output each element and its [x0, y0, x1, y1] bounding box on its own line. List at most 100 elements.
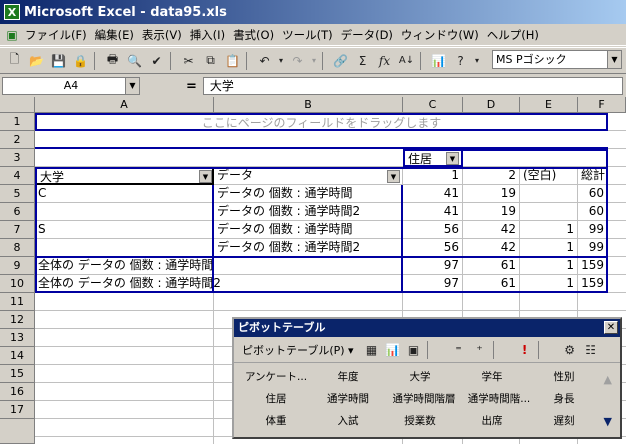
row-header[interactable]: 10 [0, 275, 35, 293]
format-report-icon[interactable]: ▦ [362, 339, 382, 360]
sort-ascending-icon[interactable]: A↓ [396, 50, 417, 71]
pivot-field-button[interactable]: 住居 [242, 389, 310, 409]
autosum-icon[interactable]: Σ [352, 50, 373, 71]
row-item-empty[interactable] [35, 239, 214, 257]
pivot-field-button[interactable]: 体重 [242, 411, 310, 431]
pivot-wizard-icon[interactable]: ▣ [404, 339, 424, 360]
row-header[interactable]: 13 [0, 329, 35, 347]
data-cell[interactable]: 1 [520, 257, 578, 275]
data-cell[interactable]: 56 [403, 239, 463, 257]
row-field-button-university[interactable]: 大学 [35, 167, 214, 185]
pivot-field-button[interactable]: 遅刻 [530, 411, 598, 431]
font-name-combo[interactable]: MS Pゴシック ▼ [492, 50, 622, 69]
row-header[interactable]: 1 [0, 113, 35, 131]
name-box[interactable]: A4 ▼ [2, 77, 140, 95]
column-header-d[interactable]: D [463, 97, 520, 113]
permission-icon[interactable]: 🔒 [70, 50, 91, 71]
column-header-b[interactable]: B [214, 97, 403, 113]
data-cell[interactable]: 61 [463, 257, 520, 275]
row-header[interactable]: 11 [0, 293, 35, 311]
pivot-field-button[interactable]: 学年 [458, 367, 526, 387]
menu-view[interactable]: 表示(V) [138, 27, 186, 43]
redo-dropdown-icon[interactable]: ▾ [309, 50, 319, 71]
new-icon[interactable]: 🗋 [4, 50, 25, 71]
chevron-down-icon[interactable]: ▼ [199, 170, 212, 183]
grand-total-label[interactable]: 全体の データの 個数 : 通学時間2 [35, 275, 403, 293]
data-cell[interactable]: 99 [578, 239, 608, 257]
row-item-empty[interactable] [35, 203, 214, 221]
pivot-field-button[interactable]: 通学時間階... [464, 389, 534, 409]
data-cell[interactable]: 99 [578, 221, 608, 239]
data-cell[interactable]: 159 [578, 275, 608, 293]
row-header[interactable]: 8 [0, 239, 35, 257]
data-cell[interactable]: 97 [403, 275, 463, 293]
row-item-c[interactable]: C [35, 185, 214, 203]
pivot-field-button[interactable]: 通学時間階層 [386, 389, 462, 409]
menu-edit[interactable]: 編集(E) [91, 27, 138, 43]
print-icon[interactable]: 🖶 [102, 50, 123, 71]
refresh-data-icon[interactable]: ! [515, 339, 535, 360]
select-all-corner[interactable] [0, 97, 35, 113]
pivot-table-menu[interactable]: ピボットテーブル(P) ▾ [242, 342, 354, 358]
data-field-button[interactable]: データ [214, 167, 403, 185]
toolbar-options-icon[interactable]: ▾ [472, 50, 482, 71]
row-header[interactable]: 17 [0, 401, 35, 419]
menu-file[interactable]: ファイル(F) [21, 27, 91, 43]
row-header[interactable]: 7 [0, 221, 35, 239]
hyperlink-icon[interactable]: 🔗 [330, 50, 351, 71]
redo-icon[interactable]: ↷ [287, 50, 308, 71]
row-header[interactable]: 5 [0, 185, 35, 203]
pivot-field-button[interactable]: 身長 [530, 389, 598, 409]
data-cell[interactable]: 97 [403, 257, 463, 275]
paste-icon[interactable]: 📋 [222, 50, 243, 71]
data-cell[interactable]: 42 [463, 221, 520, 239]
row-header[interactable]: 12 [0, 311, 35, 329]
undo-icon[interactable]: ↶ [254, 50, 275, 71]
pivot-field-button[interactable]: 性別 [530, 367, 598, 387]
pivot-field-button[interactable]: 入試 [314, 411, 382, 431]
cut-icon[interactable]: ✂ [178, 50, 199, 71]
menu-format[interactable]: 書式(O) [229, 27, 278, 43]
grand-total-header[interactable]: 総計 [578, 167, 608, 185]
hide-detail-icon[interactable]: ⁼ [449, 339, 469, 360]
data-cell[interactable] [520, 185, 578, 203]
page-field-drop-area[interactable]: ここにページのフィールドをドラッグします [35, 113, 608, 131]
row-header[interactable]: 15 [0, 365, 35, 383]
show-detail-icon[interactable]: ⁺ [470, 339, 490, 360]
data-cell[interactable]: 61 [463, 275, 520, 293]
column-header-a[interactable]: A [35, 97, 214, 113]
data-cell[interactable]: 42 [463, 239, 520, 257]
function-icon[interactable]: fx [374, 50, 395, 71]
menu-data[interactable]: データ(D) [337, 27, 397, 43]
data-cell[interactable]: 19 [463, 185, 520, 203]
column-item-blank[interactable]: (空白) [520, 167, 578, 185]
data-cell[interactable]: 19 [463, 203, 520, 221]
data-label[interactable]: データの 個数 : 通学時間 [214, 185, 403, 203]
menu-window[interactable]: ウィンドウ(W) [397, 27, 483, 43]
pivot-toolbar-title[interactable]: ピボットテーブル ✕ [234, 319, 620, 337]
pivot-field-button[interactable]: 大学 [386, 367, 454, 387]
copy-icon[interactable]: ⧉ [200, 50, 221, 71]
row-header[interactable]: 16 [0, 383, 35, 401]
print-preview-icon[interactable]: 🔍 [124, 50, 145, 71]
data-cell[interactable]: 1 [520, 221, 578, 239]
row-header[interactable] [0, 419, 35, 444]
column-header-e[interactable]: E [520, 97, 578, 113]
pivot-field-button[interactable]: 授業数 [386, 411, 454, 431]
data-cell[interactable] [520, 203, 578, 221]
row-header[interactable]: 3 [0, 149, 35, 167]
pivot-field-button[interactable]: 通学時間 [314, 389, 382, 409]
pivot-field-button[interactable]: 出席 [458, 411, 526, 431]
column-item-1[interactable]: 1 [403, 167, 463, 185]
spelling-icon[interactable]: ✔ [146, 50, 167, 71]
data-cell[interactable]: 60 [578, 185, 608, 203]
row-header[interactable]: 14 [0, 347, 35, 365]
close-icon[interactable]: ✕ [604, 321, 618, 334]
chevron-down-icon[interactable]: ▼ [387, 170, 400, 183]
data-cell[interactable]: 41 [403, 203, 463, 221]
help-icon[interactable]: ? [450, 50, 471, 71]
field-settings-icon[interactable]: ⚙ [560, 339, 580, 360]
scroll-up-icon[interactable]: ▲ [604, 373, 612, 386]
data-cell[interactable]: 60 [578, 203, 608, 221]
chevron-down-icon[interactable]: ▼ [446, 152, 459, 165]
